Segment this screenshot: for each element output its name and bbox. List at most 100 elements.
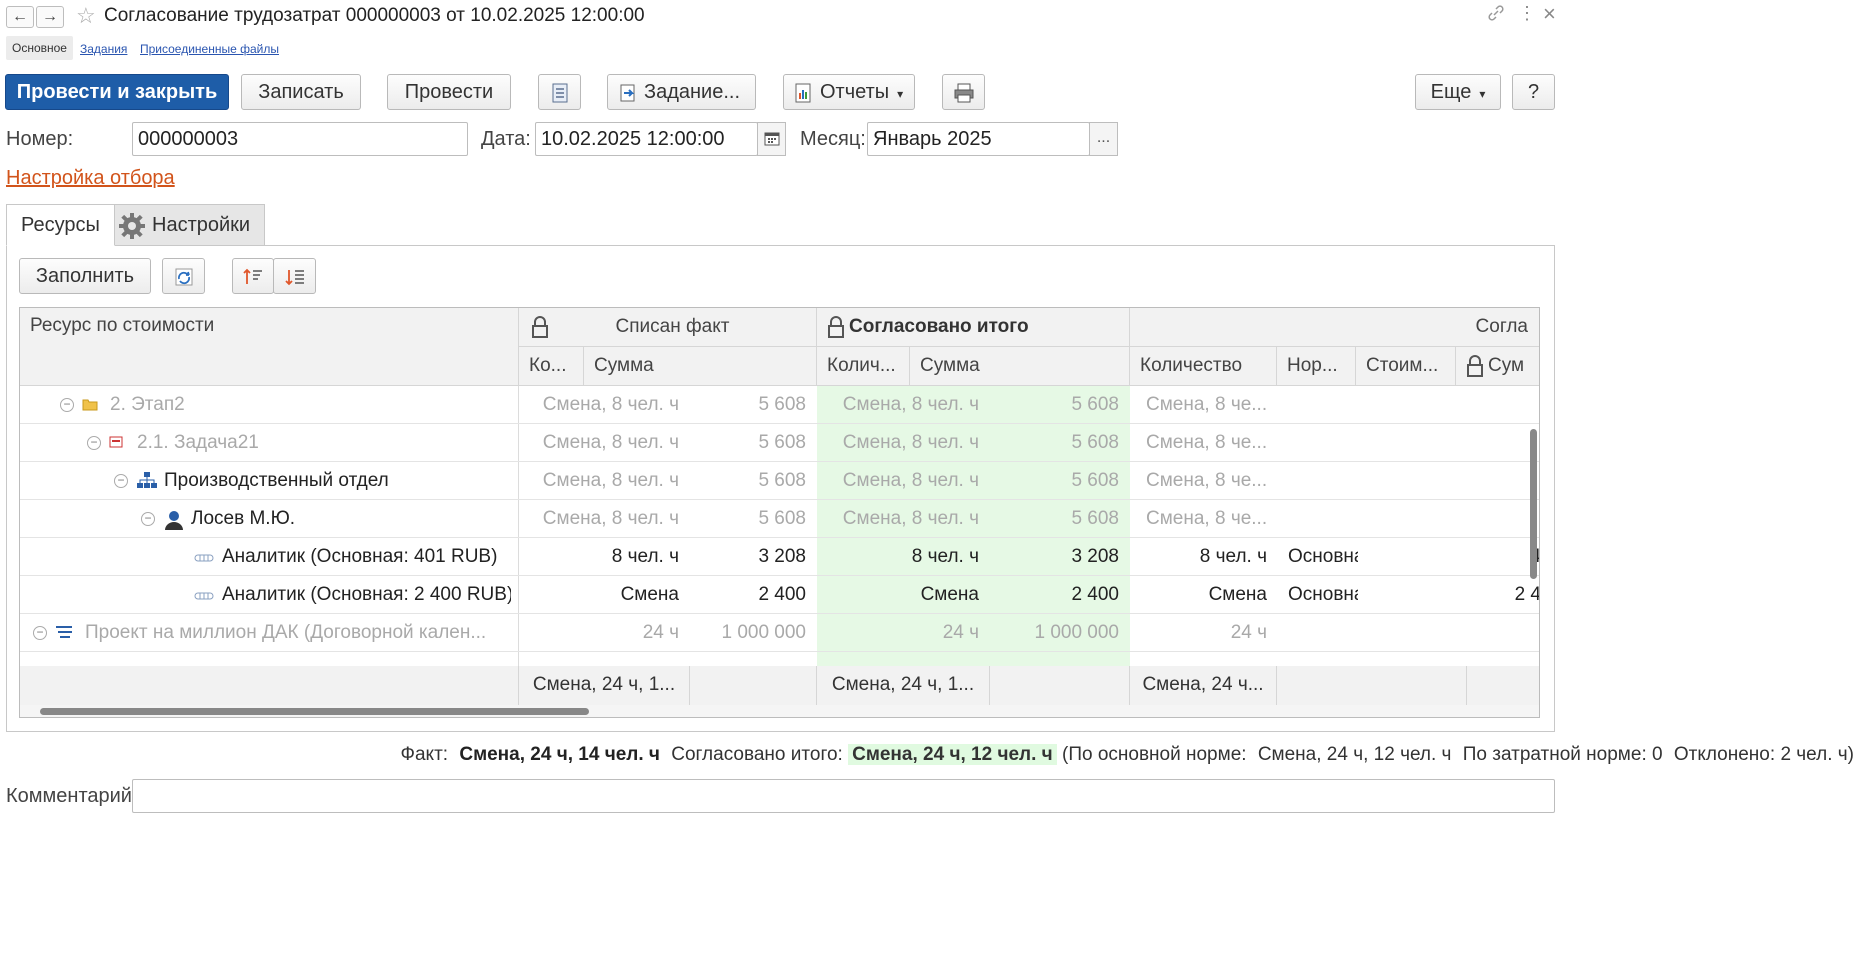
table-row[interactable]: − 2.1. Задача21 Смена, 8 чел. ч 5 608 Смена,… <box>20 424 1539 462</box>
table-row[interactable]: − 2. Этап2 Смена, 8 чел. ч 5 608 Смена, 8 че… <box>20 386 1539 424</box>
month-field[interactable]: Январь 2025 <box>867 122 1090 156</box>
month-select-button[interactable]: ... <box>1089 122 1118 156</box>
subtab-main[interactable]: Основное <box>6 36 73 60</box>
col-norm-header[interactable]: Нор... <box>1277 347 1356 386</box>
help-button[interactable]: ? <box>1512 74 1555 110</box>
cell-fact-sum: 1 000 000 <box>721 622 806 643</box>
col-cost-header[interactable]: Стоим... <box>1356 347 1456 386</box>
table-row[interactable]: − Лосев М.Ю. Смена, 8 чел. ч 5 608 Смена, 8 … <box>20 500 1539 538</box>
tab-settings[interactable]: Настройки <box>107 204 266 246</box>
tab-resources[interactable]: Ресурсы <box>6 204 115 246</box>
row-icon-wrap <box>136 471 158 495</box>
more-button[interactable]: Еще ▾ <box>1415 74 1501 110</box>
col-agreed-qty-header[interactable]: Колич... <box>817 347 910 386</box>
group-fact-label: Списан факт <box>615 316 730 337</box>
document-list-icon <box>552 83 567 103</box>
row-icon-wrap <box>194 547 214 569</box>
cell-fact-sum: 2 400 <box>758 584 806 605</box>
sort-desc-button[interactable] <box>273 258 316 294</box>
forward-button[interactable]: → <box>36 6 64 28</box>
row-name: Аналитик (Основная: 2 400 RUB) <box>222 584 511 605</box>
main-norm-label: (По основной норме: <box>1062 744 1247 765</box>
print-settings-button[interactable] <box>942 74 985 110</box>
refresh-button[interactable] <box>162 258 205 294</box>
reports-button[interactable]: Отчеты ▾ <box>783 74 915 110</box>
date-field[interactable]: 10.02.2025 12:00:00 <box>535 122 758 156</box>
lock-icon <box>1467 355 1483 377</box>
post-button[interactable]: Провести <box>387 74 511 110</box>
cell-qty: Смена, 8 че... <box>1146 508 1267 529</box>
table-row[interactable]: − Производственный отдел Смена, 8 чел. ч 5 … <box>20 462 1539 500</box>
resources-table[interactable]: Ресурс по стоимости Списан факт Согласов… <box>19 307 1540 718</box>
subtab-tasks[interactable]: Задания <box>80 42 127 56</box>
row-divider <box>20 651 1539 652</box>
cell-qty: 24 ч <box>1230 622 1267 643</box>
col-agreed-sum-header[interactable]: Сумма <box>910 347 1130 386</box>
comment-label: Комментарий: <box>6 785 138 807</box>
task-icon <box>620 84 635 102</box>
main-norm-value: Смена, 24 ч, 12 чел. ч <box>1257 744 1452 765</box>
more-label: Еще <box>1430 81 1472 103</box>
cell-fact-sum: 5 608 <box>758 432 806 453</box>
cell-agreed-sum: 1 000 000 <box>1034 622 1119 643</box>
cell-fact-sum: 5 608 <box>758 508 806 529</box>
col-qty-header[interactable]: Количество <box>1130 347 1277 386</box>
collapse-toggle[interactable]: − <box>87 436 101 450</box>
back-button[interactable]: ← <box>6 6 34 28</box>
cell-agreed-sum: 5 608 <box>1071 394 1119 415</box>
horizontal-scrollbar[interactable] <box>20 705 1539 717</box>
row-name: Аналитик (Основная: 401 RUB) <box>222 546 498 567</box>
number-label: Номер: <box>6 128 74 150</box>
vertical-scrollbar-thumb[interactable] <box>1530 429 1537 579</box>
lock-icon <box>828 316 844 338</box>
month-label: Месяц: <box>800 128 866 150</box>
task-button[interactable]: Задание... <box>607 74 756 110</box>
col-fact-sum-header[interactable]: Сумма <box>584 347 817 386</box>
cell-qty: 8 чел. ч <box>1199 546 1267 567</box>
close-icon[interactable]: × <box>1543 1 1556 27</box>
comment-field[interactable] <box>132 779 1555 813</box>
tab-settings-label: Настройки <box>152 214 251 236</box>
window-title: Согласование трудозатрат 000000003 от 10… <box>104 5 645 26</box>
table-row[interactable]: − Проект на миллион ДАК (Договорной кален… <box>20 614 1539 652</box>
fact-label: Факт: <box>400 744 449 765</box>
fill-button[interactable]: Заполнить <box>19 258 151 294</box>
more-menu-icon[interactable]: ⋮ <box>1518 3 1536 24</box>
printer-icon <box>954 83 973 103</box>
row-icon-wrap <box>109 433 123 455</box>
row-name: Производственный отдел <box>164 470 389 491</box>
agreed-label: Согласовано итого: <box>671 744 843 765</box>
chevron-down-icon: ▾ <box>1479 87 1486 101</box>
favorite-star-icon[interactable]: ☆ <box>76 3 96 29</box>
collapse-toggle[interactable]: − <box>114 474 128 488</box>
number-field[interactable]: 000000003 <box>132 122 468 156</box>
task-icon <box>109 436 123 448</box>
user-icon <box>165 511 183 530</box>
post-and-close-button[interactable]: Провести и закрыть <box>5 74 229 110</box>
cell-agreed-qty: 24 ч <box>942 622 979 643</box>
vertical-scrollbar[interactable] <box>1528 307 1540 718</box>
cell-norm: Основная <box>1288 546 1358 567</box>
horizontal-scrollbar-thumb[interactable] <box>40 708 589 715</box>
cell-fact-sum: 5 608 <box>758 470 806 491</box>
col-fact-qty-header[interactable]: Ко... <box>519 347 584 386</box>
row-icon-wrap <box>55 623 73 645</box>
cell-agreed-qty: Смена, 8 чел. ч <box>842 394 979 415</box>
save-button[interactable]: Записать <box>241 74 361 110</box>
cell-agreed-qty: 8 чел. ч <box>911 546 979 567</box>
row-icon-wrap <box>82 395 98 417</box>
collapse-toggle[interactable]: − <box>33 626 47 640</box>
filter-settings-link[interactable]: Настройка отбора <box>6 167 175 190</box>
subtab-attached-files[interactable]: Присоединенные файлы <box>140 42 279 56</box>
document-list-button[interactable] <box>538 74 581 110</box>
collapse-toggle[interactable]: − <box>60 398 74 412</box>
cell-agreed-sum: 5 608 <box>1071 470 1119 491</box>
table-row[interactable]: Аналитик (Основная: 401 RUB) 8 чел. ч 3 20… <box>20 538 1539 576</box>
sort-asc-button[interactable] <box>232 258 274 294</box>
link-icon[interactable] <box>1488 5 1504 24</box>
col-resource-header[interactable]: Ресурс по стоимости <box>20 308 519 386</box>
collapse-toggle[interactable]: − <box>141 512 155 526</box>
calendar-button[interactable] <box>757 122 786 156</box>
table-row[interactable]: Аналитик (Основная: 2 400 RUB) Смена 2 400… <box>20 576 1539 614</box>
cell-fact-qty: 24 ч <box>642 622 679 643</box>
